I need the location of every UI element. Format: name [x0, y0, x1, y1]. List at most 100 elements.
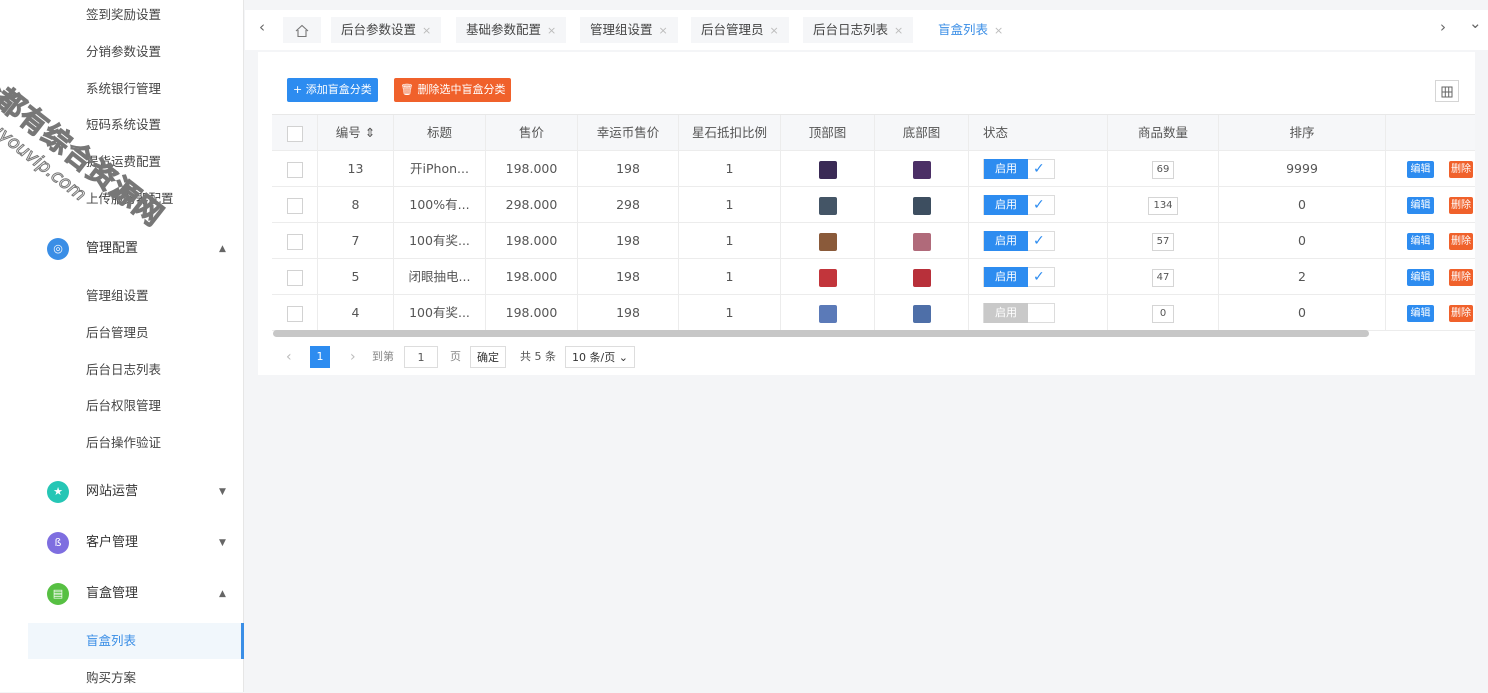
check-icon: ✓	[1033, 197, 1045, 213]
tab-admin-group[interactable]: 管理组设置 ×	[580, 17, 678, 43]
bottom-image-thumbnail[interactable]	[912, 304, 931, 323]
sidebar-item-bank[interactable]: 系统银行管理	[86, 74, 161, 104]
qty-badge: 47	[1151, 268, 1175, 287]
close-icon[interactable]: ×	[994, 24, 1003, 37]
top-image-thumbnail[interactable]	[818, 268, 837, 287]
pager-prev-button[interactable]: ‹	[286, 346, 292, 368]
sidebar-item-admins[interactable]: 后台管理员	[86, 318, 149, 348]
sidebar-item-sign-reward[interactable]: 签到奖励设置	[86, 0, 161, 30]
cell-title-text: 100有奖...	[409, 233, 470, 248]
shield-icon: ◎	[47, 238, 69, 260]
bottom-image-thumbnail[interactable]	[912, 196, 931, 215]
horizontal-scrollbar[interactable]	[273, 330, 1369, 337]
bottom-image-thumbnail[interactable]	[912, 268, 931, 287]
delete-button[interactable]: 删除	[1449, 233, 1473, 250]
cell-ratio: 1	[679, 223, 781, 259]
top-image-thumbnail[interactable]	[818, 196, 837, 215]
sidebar-item-purchase-plan[interactable]: 购买方案	[86, 663, 136, 693]
pager-next-button[interactable]: ›	[350, 346, 356, 368]
top-image-thumbnail[interactable]	[818, 160, 837, 179]
close-icon[interactable]: ×	[422, 24, 431, 37]
sidebar-item-admin-group[interactable]: 管理组设置	[86, 281, 149, 311]
sidebar-group-admin-config[interactable]: ◎ 管理配置 ▲	[0, 229, 244, 269]
add-blindbox-category-button[interactable]: + 添加盲盒分类	[287, 78, 378, 102]
cell-sort-text: 0	[1298, 233, 1306, 248]
sidebar-item-shortcode[interactable]: 短码系统设置	[86, 110, 161, 140]
row-checkbox[interactable]	[286, 161, 303, 178]
tab-admins[interactable]: 后台管理员 ×	[691, 17, 789, 43]
status-toggle[interactable]: 启用 ✓	[983, 195, 1055, 215]
close-icon[interactable]: ×	[547, 24, 556, 37]
edit-button[interactable]: 编辑	[1407, 305, 1434, 322]
header-id[interactable]: 编号 ⇕	[318, 115, 394, 151]
cell-id-text: 8	[351, 197, 360, 212]
row-checkbox[interactable]	[286, 305, 303, 322]
tabs-prev-button[interactable]: ‹	[259, 18, 265, 36]
tab-blindbox-list[interactable]: 盲盒列表 ×	[928, 17, 1014, 43]
tab-basic-params[interactable]: 基础参数配置 ×	[456, 17, 567, 43]
cell-sort-text: 9999	[1286, 161, 1318, 176]
sidebar-group-blindbox[interactable]: ▤ 盲盒管理 ▲	[0, 574, 244, 614]
tabs-more-button[interactable]: ⌄	[1469, 14, 1482, 32]
close-icon[interactable]: ×	[770, 24, 779, 37]
delete-selected-category-button[interactable]: 🗑 删除选中盲盒分类	[394, 78, 512, 102]
pager-page-input[interactable]: 1	[404, 346, 438, 368]
sidebar-item-blindbox-list[interactable]: 盲盒列表	[86, 626, 136, 656]
user-icon: ß	[47, 532, 69, 554]
sidebar-item-freight[interactable]: 提货运费配置	[86, 147, 161, 177]
cell-ratio: 1	[679, 187, 781, 223]
tab-backend-params[interactable]: 后台参数设置 ×	[331, 17, 442, 43]
sidebar-group-site-ops[interactable]: ★ 网站运营 ▼	[0, 472, 244, 512]
delete-button[interactable]: 删除	[1449, 305, 1473, 322]
bottom-image-thumbnail[interactable]	[912, 160, 931, 179]
delete-button[interactable]: 删除	[1449, 161, 1473, 178]
pager-confirm-button[interactable]: 确定	[470, 346, 506, 368]
select-all-checkbox[interactable]	[286, 125, 303, 142]
sidebar-group-customers[interactable]: ß 客户管理 ▼	[0, 523, 244, 563]
top-image-thumbnail[interactable]	[818, 232, 837, 251]
close-icon[interactable]: ×	[659, 24, 668, 37]
row-checkbox[interactable]	[286, 197, 303, 214]
cell-sort-text: 0	[1298, 305, 1306, 320]
edit-button[interactable]: 编辑	[1407, 197, 1434, 214]
cell-top-image	[781, 187, 875, 223]
bottom-image-thumbnail[interactable]	[912, 232, 931, 251]
edit-button[interactable]: 编辑	[1407, 161, 1434, 178]
row-checkbox[interactable]	[286, 269, 303, 286]
status-toggle[interactable]: 启用 ✓	[983, 159, 1055, 179]
check-icon: ✓	[1033, 233, 1045, 249]
delete-button[interactable]: 删除	[1449, 269, 1473, 286]
status-toggle[interactable]: 启用 ✓	[983, 231, 1055, 251]
edit-button[interactable]: 编辑	[1407, 233, 1434, 250]
tab-home[interactable]	[283, 17, 321, 43]
sidebar-item-distribution[interactable]: 分销参数设置	[86, 37, 161, 67]
sidebar-item-upload-server[interactable]: 上传服务器配置	[86, 184, 174, 214]
table-row: 4 100有奖... 198.000 198 1 启用 0 0 编辑 删除	[272, 295, 1475, 331]
sidebar-item-permissions[interactable]: 后台权限管理	[86, 391, 161, 421]
tabs-next-button[interactable]: ›	[1440, 18, 1446, 36]
row-checkbox[interactable]	[286, 233, 303, 250]
cell-title-text: 100%有...	[409, 197, 470, 212]
pager-page-size-select[interactable]: 10 条/页 ⌄	[565, 346, 635, 368]
status-toggle[interactable]: 启用	[983, 303, 1055, 323]
tab-label: 基础参数配置	[466, 22, 542, 37]
header-top-image: 顶部图	[781, 115, 875, 151]
edit-button[interactable]: 编辑	[1407, 269, 1434, 286]
cell-coin-text: 198	[616, 305, 640, 320]
close-icon[interactable]: ×	[894, 24, 903, 37]
tab-logs[interactable]: 后台日志列表 ×	[803, 17, 914, 43]
cell-bottom-image	[875, 151, 969, 187]
status-toggle[interactable]: 启用 ✓	[983, 267, 1055, 287]
cell-ratio-text: 1	[725, 197, 734, 212]
table-row: 7 100有奖... 198.000 198 1 启用 ✓ 57 0 编辑 删除	[272, 223, 1475, 259]
pager-current-page[interactable]: 1	[310, 346, 330, 368]
row-checkbox-cell	[272, 259, 318, 295]
cell-actions: 编辑 删除	[1386, 259, 1475, 295]
delete-button[interactable]: 删除	[1449, 197, 1473, 214]
sidebar-item-verification[interactable]: 后台操作验证	[86, 428, 161, 458]
columns-toggle-button[interactable]	[1435, 80, 1459, 102]
top-image-thumbnail[interactable]	[818, 304, 837, 323]
cell-id: 8	[318, 187, 394, 223]
sidebar-item-logs[interactable]: 后台日志列表	[86, 355, 161, 385]
qty-badge: 0	[1152, 304, 1174, 323]
